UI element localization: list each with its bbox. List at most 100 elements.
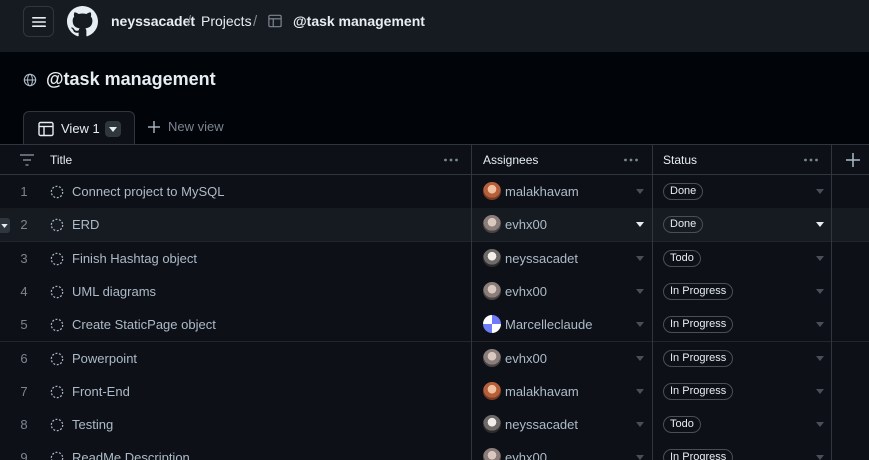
status-badge[interactable]: Todo — [663, 249, 701, 267]
chevron-down-icon[interactable] — [816, 255, 824, 261]
table-icon — [38, 121, 54, 136]
status-badge[interactable]: Done — [663, 216, 704, 234]
table-row[interactable]: 1 Connect project to MySQL malakhavam Do… — [0, 175, 869, 209]
row-number: 6 — [20, 350, 28, 366]
table-row[interactable]: 3 Finish Hashtag object neyssacadet Todo — [0, 241, 869, 276]
chevron-down-icon[interactable] — [816, 422, 824, 428]
dashed-circle-icon — [50, 385, 64, 399]
chevron-down-icon — [109, 126, 117, 132]
avatar — [483, 348, 501, 367]
filter-icon[interactable] — [19, 153, 35, 167]
item-title[interactable]: Connect project to MySQL — [72, 184, 224, 199]
tab-view-1[interactable]: View 1 — [23, 111, 135, 145]
item-title[interactable]: ERD — [72, 217, 99, 232]
assignee-name[interactable]: neyssacadet — [505, 417, 578, 432]
status-badge[interactable]: In Progress — [663, 282, 734, 300]
dashed-circle-icon — [50, 318, 64, 332]
column-options-icon[interactable] — [623, 154, 639, 166]
chevron-down-icon[interactable] — [816, 355, 824, 361]
assignee-name[interactable]: evhx00 — [505, 217, 547, 232]
table-row[interactable]: 2 ERD evhx00 Done — [0, 208, 869, 243]
item-title[interactable]: Testing — [72, 417, 113, 432]
avatar — [483, 281, 501, 300]
table-row[interactable]: 7 Front-End malakhavam In Progress — [0, 374, 869, 409]
view-options-button[interactable] — [105, 121, 121, 137]
item-title[interactable]: Finish Hashtag object — [72, 251, 197, 266]
status-badge[interactable]: Done — [663, 183, 704, 200]
item-title[interactable]: Create StaticPage object — [72, 317, 216, 332]
chevron-down-icon[interactable] — [636, 422, 644, 428]
avatar — [483, 215, 501, 234]
breadcrumb-owner[interactable]: neyssacadet — [111, 13, 195, 29]
column-divider[interactable] — [652, 144, 653, 460]
item-title[interactable]: Front-End — [72, 384, 130, 399]
github-logo[interactable] — [67, 6, 98, 37]
column-header-assignees[interactable]: Assignees — [483, 145, 538, 175]
assignee-name[interactable]: neyssacadet — [505, 251, 578, 266]
avatar — [483, 381, 501, 400]
column-header-status[interactable]: Status — [663, 145, 697, 175]
chevron-down-icon[interactable] — [816, 222, 824, 228]
column-divider[interactable] — [831, 144, 832, 460]
chevron-down-icon[interactable] — [636, 189, 644, 194]
status-badge[interactable]: In Progress — [663, 382, 734, 400]
row-number: 9 — [20, 450, 28, 460]
chevron-down-icon[interactable] — [816, 288, 824, 294]
column-header-title[interactable]: Title — [50, 145, 72, 175]
new-view-label: New view — [168, 119, 224, 134]
menu-button[interactable] — [23, 6, 54, 37]
table-row[interactable]: 6 Powerpoint evhx00 In Progress — [0, 341, 869, 376]
row-number: 3 — [20, 250, 28, 266]
item-title[interactable]: UML diagrams — [72, 284, 156, 299]
breadcrumb-separator: / — [253, 13, 258, 30]
status-badge[interactable]: Todo — [663, 416, 701, 434]
breadcrumb-project[interactable]: @task management — [293, 13, 425, 29]
column-options-icon[interactable] — [803, 154, 819, 166]
row-number: 4 — [20, 283, 28, 299]
add-field-icon[interactable] — [845, 152, 861, 168]
new-view-button[interactable]: New view — [148, 119, 224, 134]
table-row[interactable]: 9 ReadMe Description evhx00 In Progress — [0, 441, 869, 460]
chevron-down-icon[interactable] — [636, 255, 644, 261]
assignee-name[interactable]: malakhavam — [505, 184, 579, 199]
breadcrumb-separator: / — [187, 13, 192, 30]
column-divider[interactable] — [471, 144, 472, 460]
chevron-down-icon[interactable] — [816, 322, 824, 328]
chevron-down-icon[interactable] — [636, 355, 644, 361]
row-number: 1 — [20, 184, 28, 199]
status-badge[interactable]: In Progress — [663, 349, 734, 367]
dashed-circle-icon — [50, 252, 64, 265]
avatar — [483, 448, 501, 460]
breadcrumb-projects[interactable]: Projects — [201, 13, 252, 29]
chevron-down-icon[interactable] — [636, 388, 644, 394]
row-number: 8 — [20, 417, 28, 433]
table-icon — [268, 14, 282, 28]
assignee-name[interactable]: evhx00 — [505, 284, 547, 299]
chevron-down-icon[interactable] — [636, 222, 644, 228]
avatar — [483, 248, 501, 267]
status-badge[interactable]: In Progress — [663, 449, 734, 460]
chevron-down-icon[interactable] — [816, 388, 824, 394]
table-row[interactable]: 4 UML diagrams evhx00 In Progress — [0, 274, 869, 309]
assignee-name[interactable]: malakhavam — [505, 384, 579, 399]
dashed-circle-icon — [50, 185, 64, 199]
chevron-down-icon[interactable] — [816, 189, 824, 194]
dashed-circle-icon — [50, 352, 64, 365]
table-row[interactable]: 8 Testing neyssacadet Todo — [0, 408, 869, 443]
item-title[interactable]: Powerpoint — [72, 351, 137, 366]
item-title[interactable]: ReadMe Description — [72, 450, 190, 460]
table-row[interactable]: 5 Create StaticPage object Marcelleclaud… — [0, 308, 869, 343]
chevron-down-icon[interactable] — [636, 288, 644, 294]
assignee-name[interactable]: Marcelleclaude — [505, 317, 592, 332]
chevron-down-icon[interactable] — [636, 455, 644, 460]
chevron-down-icon[interactable] — [816, 455, 824, 460]
chevron-down-icon[interactable] — [636, 322, 644, 328]
assignee-name[interactable]: evhx00 — [505, 450, 547, 460]
status-badge[interactable]: In Progress — [663, 316, 734, 334]
row-number: 5 — [20, 317, 28, 333]
assignee-name[interactable]: evhx00 — [505, 351, 547, 366]
top-navigation-bar: neyssacadet / Projects / @task managemen… — [0, 0, 869, 52]
column-options-icon[interactable] — [443, 154, 459, 166]
dashed-circle-icon — [50, 218, 64, 232]
row-number: 7 — [20, 383, 28, 399]
